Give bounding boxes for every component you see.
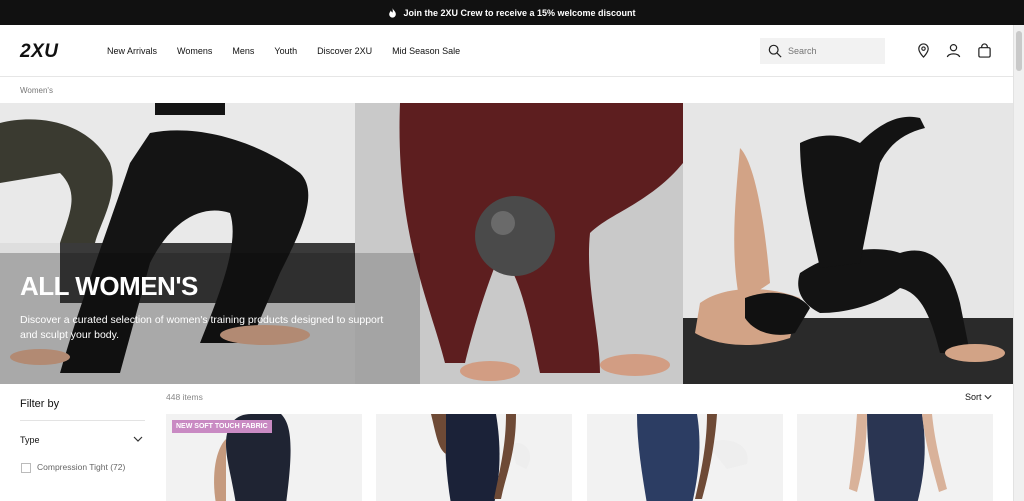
- product-card[interactable]: NEW SOFT TOUCH FABRIC: [166, 414, 362, 501]
- search-box[interactable]: [760, 38, 885, 64]
- filter-checkbox[interactable]: [21, 463, 31, 473]
- nav-item-new-arrivals[interactable]: New Arrivals: [107, 46, 157, 56]
- product-card[interactable]: [587, 414, 783, 501]
- brand-logo[interactable]: 2XU: [20, 41, 58, 63]
- item-count: 448 items: [166, 392, 203, 402]
- product-image: [431, 414, 531, 501]
- product-image: [849, 414, 947, 501]
- nav-item-discover[interactable]: Discover 2XU: [317, 46, 372, 56]
- sort-label: Sort: [965, 392, 982, 402]
- product-card[interactable]: [797, 414, 993, 501]
- account-icon[interactable]: [946, 43, 961, 58]
- product-badge: NEW SOFT TOUCH FABRIC: [172, 420, 272, 433]
- site-header: 2XU New Arrivals Womens Mens Youth Disco…: [0, 25, 1024, 77]
- cart-icon[interactable]: [977, 43, 992, 58]
- filter-divider: [20, 420, 145, 421]
- page-scrollbar[interactable]: [1013, 25, 1024, 501]
- breadcrumb[interactable]: Women's: [0, 77, 1024, 103]
- hero-description: Discover a curated selection of women's …: [20, 314, 384, 341]
- main-nav: New Arrivals Womens Mens Youth Discover …: [107, 25, 460, 77]
- flame-icon: [389, 7, 397, 18]
- sort-dropdown[interactable]: Sort: [965, 392, 992, 402]
- product-card[interactable]: [376, 414, 572, 501]
- product-image: [637, 414, 748, 501]
- nav-item-mid-season-sale[interactable]: Mid Season Sale: [392, 46, 460, 56]
- nav-item-mens[interactable]: Mens: [232, 46, 254, 56]
- filter-option-label[interactable]: Compression Tight (72): [37, 462, 125, 472]
- listing-section: Filter by Type Compression Tight (72) 44…: [0, 384, 1024, 501]
- scrollbar-thumb[interactable]: [1016, 31, 1022, 71]
- promo-text: Join the 2XU Crew to receive a 15% welco…: [403, 7, 636, 18]
- nav-item-womens[interactable]: Womens: [177, 46, 212, 56]
- search-icon: [768, 44, 782, 58]
- chevron-down-icon: [983, 395, 992, 400]
- chevron-down-icon[interactable]: [133, 434, 143, 444]
- filter-title: Filter by: [20, 398, 60, 410]
- nav-item-youth[interactable]: Youth: [274, 46, 297, 56]
- hero-title: ALL WOMEN'S: [20, 271, 198, 301]
- hero-banner: ALL WOMEN'S Discover a curated selection…: [0, 103, 1013, 384]
- promo-banner[interactable]: Join the 2XU Crew to receive a 15% welco…: [0, 0, 1024, 25]
- store-locator-icon[interactable]: [916, 43, 931, 58]
- filter-type-label[interactable]: Type: [20, 435, 40, 445]
- search-input[interactable]: [788, 46, 878, 56]
